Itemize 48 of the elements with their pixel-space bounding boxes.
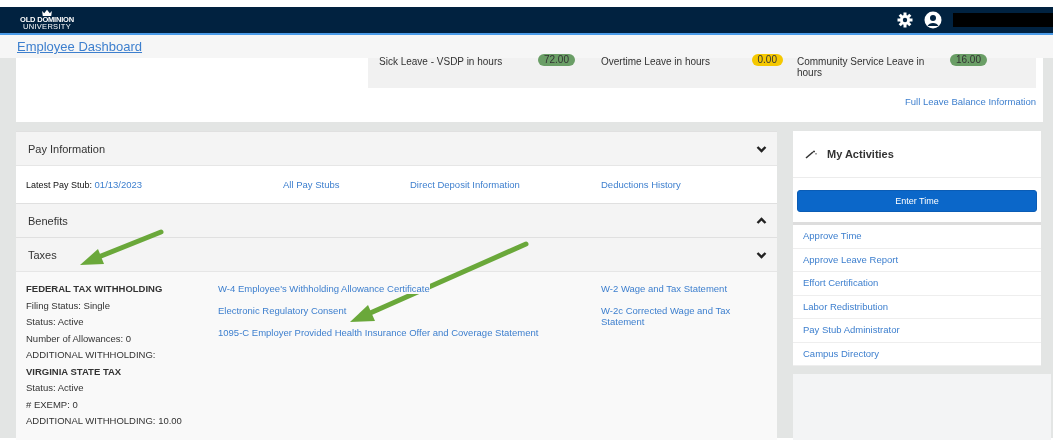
- panel-header[interactable]: Taxes: [16, 237, 777, 271]
- activity-link[interactable]: Approve Time: [793, 225, 1041, 249]
- chevron-up-icon[interactable]: [756, 216, 767, 225]
- leave-value: 72.00: [537, 54, 575, 66]
- leave-label: Community Service Leave in hours: [797, 56, 926, 78]
- settings-icon[interactable]: [897, 12, 913, 28]
- tax-info-text: VIRGINIA STATE TAX: [26, 365, 123, 379]
- dashboard-link[interactable]: Employee Dashboard: [17, 39, 143, 54]
- pay-stub-date-link[interactable]: 01/13/2023: [94, 179, 143, 190]
- chevron-down-icon[interactable]: [756, 250, 767, 259]
- magic-wand-icon: [805, 149, 817, 159]
- enter-time-button[interactable]: Enter Time: [797, 190, 1037, 212]
- tax-info-text: ADDITIONAL WITHHOLDING:: [26, 349, 157, 362]
- leave-label: Overtime Leave in hours: [601, 56, 711, 67]
- tax-info-text: Filing Status: Single: [26, 299, 111, 313]
- leave-balance-link[interactable]: Full Leave Balance Information: [905, 96, 1036, 107]
- tax-form-link[interactable]: W-2 Wage and Tax Statement: [601, 283, 728, 305]
- panel-title: Pay Information: [28, 142, 106, 155]
- activities-title: My Activities: [827, 148, 894, 160]
- activity-link[interactable]: Campus Directory: [793, 342, 1041, 366]
- leave-label: Sick Leave - VSDP in hours: [379, 56, 504, 67]
- crown-icon: [41, 8, 53, 16]
- panel-header[interactable]: Pay Information: [16, 131, 777, 165]
- activity-link[interactable]: Approve Leave Report: [793, 248, 1041, 272]
- pay-link[interactable]: Deductions History: [601, 179, 681, 190]
- tax-info-text: Number of Allowances: 0: [26, 332, 133, 346]
- tax-form-link[interactable]: W-4 Employee's Withholding Allowance Certificate: [218, 283, 430, 294]
- pay-link[interactable]: Direct Deposit Information: [410, 179, 601, 190]
- user-icon[interactable]: [924, 11, 942, 29]
- chevron-down-icon[interactable]: [756, 144, 767, 153]
- leave-value: 0.00: [751, 54, 783, 66]
- activity-link[interactable]: Labor Redistribution: [793, 295, 1041, 319]
- tax-info-text: Status: Active: [26, 382, 85, 395]
- leave-value: 16.00: [949, 54, 987, 66]
- tax-info-text: ADDITIONAL WITHHOLDING: 10.00: [26, 415, 183, 428]
- tax-form-link[interactable]: 1095-C Employer Provided Health Insurance Offer and Coverage Statement: [218, 327, 539, 338]
- panel-title: Benefits: [28, 214, 68, 227]
- tax-info-text: FEDERAL TAX WITHHOLDING: [26, 283, 164, 296]
- activity-link[interactable]: Pay Stub Administrator: [793, 319, 1041, 343]
- tax-form-link[interactable]: W-2c Corrected Wage and Tax Statement: [601, 305, 741, 327]
- pay-stub-label: Latest Pay Stub:: [26, 180, 93, 190]
- pay-link[interactable]: All Pay Stubs: [283, 179, 410, 190]
- tax-info-text: Status: Active: [26, 316, 85, 329]
- tax-form-link[interactable]: Electronic Regulatory Consent: [218, 305, 347, 316]
- tax-info-text: # EXEMP: 0: [26, 398, 79, 412]
- panel-title: Taxes: [28, 248, 57, 261]
- panel-header[interactable]: Benefits: [16, 203, 777, 237]
- activity-link[interactable]: Effort Certification: [793, 272, 1041, 296]
